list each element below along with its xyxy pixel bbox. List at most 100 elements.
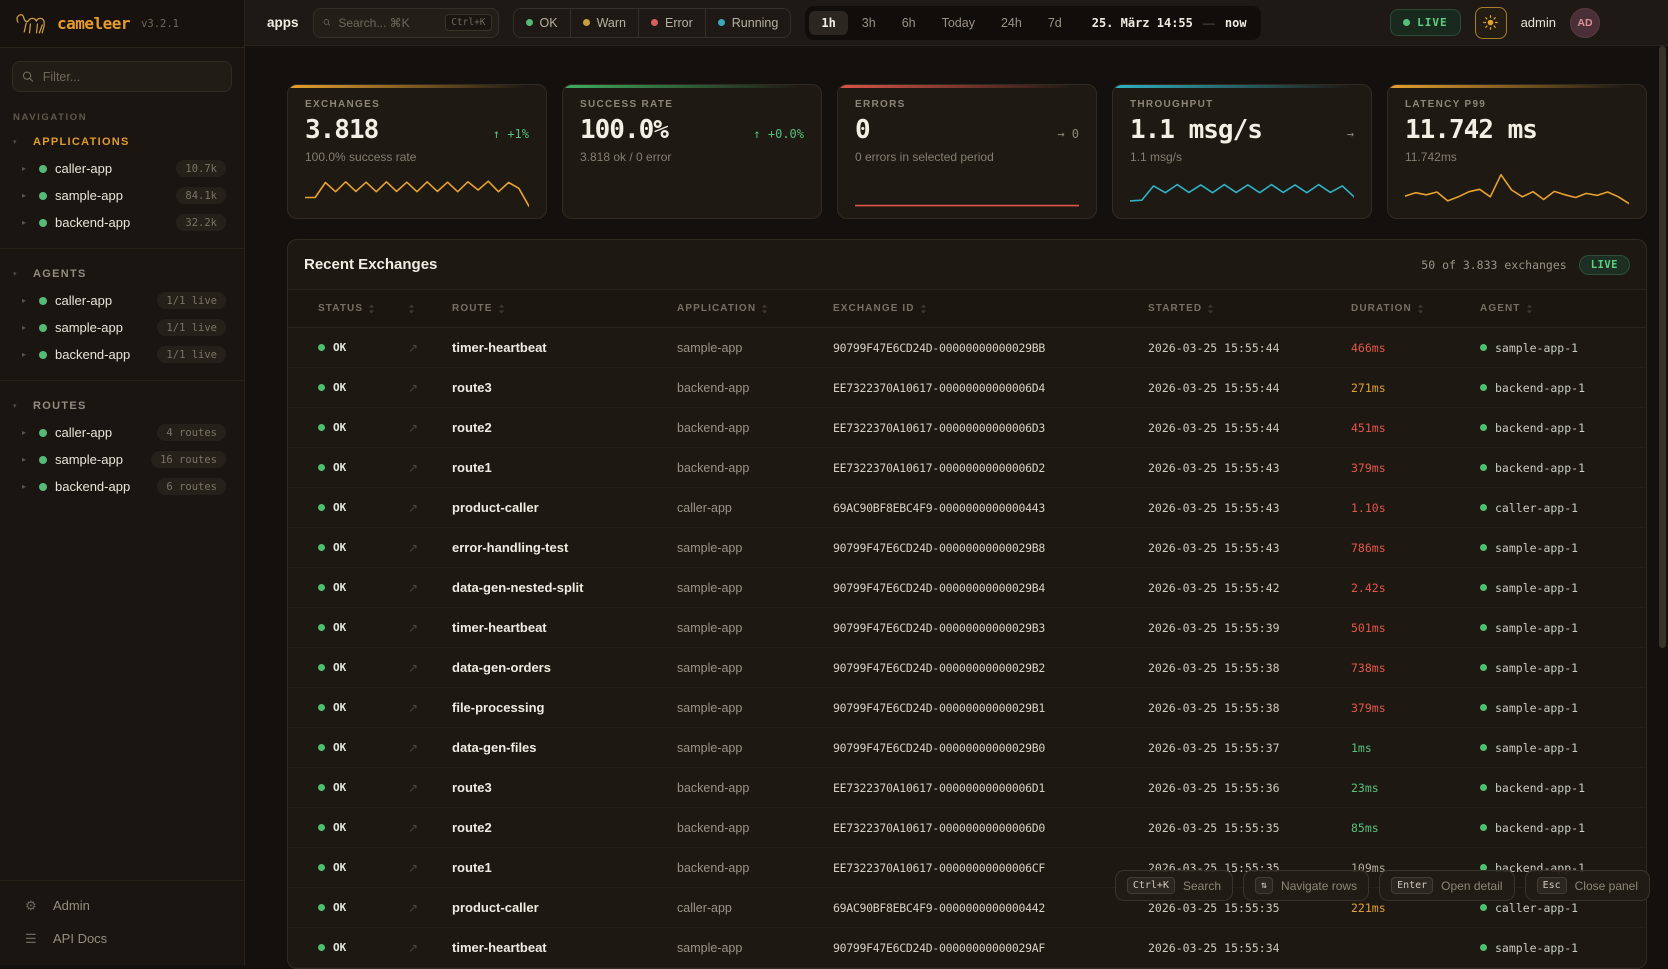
- column-header-exchange-id[interactable]: EXCHANGE ID: [833, 303, 1148, 314]
- route-cell: timer-heartbeat: [452, 940, 677, 955]
- table-row[interactable]: OK↗route2backend-appEE7322370A10617-0000…: [288, 408, 1646, 448]
- sidebar-item-caller-app[interactable]: ▸caller-app10.7k: [0, 155, 244, 182]
- kpi-card-exchanges[interactable]: EXCHANGES3.818↑ +1%100.0% success rate: [287, 84, 547, 219]
- table-row[interactable]: OK↗error-handling-testsample-app90799F47…: [288, 528, 1646, 568]
- open-detail-arrow-icon[interactable]: ↗: [408, 501, 452, 515]
- open-detail-arrow-icon[interactable]: ↗: [408, 701, 452, 715]
- kpi-card-errors[interactable]: ERRORS0→ 00 errors in selected period: [837, 84, 1097, 219]
- route-cell: file-processing: [452, 700, 677, 715]
- table-row[interactable]: OK↗route3backend-appEE7322370A10617-0000…: [288, 368, 1646, 408]
- kpi-card-throughput[interactable]: THROUGHPUT1.1 msg/s→1.1 msg/s: [1112, 84, 1372, 219]
- date-range-start[interactable]: 25. März 14:55: [1092, 16, 1193, 30]
- table-row[interactable]: OK↗route2backend-appEE7322370A10617-0000…: [288, 808, 1646, 848]
- time-range-7d[interactable]: 7d: [1036, 11, 1074, 35]
- sidebar-item-backend-app[interactable]: ▸backend-app32.2k: [0, 209, 244, 236]
- status-filter-running[interactable]: Running: [705, 9, 791, 37]
- open-detail-arrow-icon[interactable]: ↗: [408, 901, 452, 915]
- table-row[interactable]: OK↗route1backend-appEE7322370A10617-0000…: [288, 448, 1646, 488]
- sidebar-item-sample-app[interactable]: ▸sample-app1/1 live: [0, 314, 244, 341]
- table-row[interactable]: OK↗timer-heartbeatsample-app90799F47E6CD…: [288, 608, 1646, 648]
- open-detail-arrow-icon[interactable]: ↗: [408, 621, 452, 635]
- nav-section-header-applications[interactable]: ▾APPLICATIONS: [0, 127, 244, 155]
- status-dot-icon: [39, 456, 47, 464]
- open-detail-arrow-icon[interactable]: ↗: [408, 541, 452, 555]
- kpi-subtitle: 3.818 ok / 0 error: [580, 150, 804, 164]
- sidebar-filter-input[interactable]: [41, 69, 222, 85]
- agent-cell: caller-app-1: [1480, 501, 1634, 515]
- exchange-id-cell: 90799F47E6CD24D-00000000000029B2: [833, 661, 1148, 675]
- nav-sections: ▾APPLICATIONS▸caller-app10.7k▸sample-app…: [0, 127, 244, 880]
- open-detail-arrow-icon[interactable]: ↗: [408, 821, 452, 835]
- kpi-card-latency-p99[interactable]: LATENCY P9911.742 ms11.742ms: [1387, 84, 1647, 219]
- table-row[interactable]: OK↗file-processingsample-app90799F47E6CD…: [288, 688, 1646, 728]
- table-row[interactable]: OK↗product-callercaller-app69AC90BF8EBC4…: [288, 488, 1646, 528]
- table-row[interactable]: OK↗timer-heartbeatsample-app90799F47E6CD…: [288, 328, 1646, 368]
- status-cell: OK: [318, 381, 408, 394]
- status-cell: OK: [318, 421, 408, 434]
- open-detail-arrow-icon[interactable]: ↗: [408, 341, 452, 355]
- column-header-application[interactable]: APPLICATION: [677, 303, 833, 314]
- exchange-id-cell: 90799F47E6CD24D-00000000000029BB: [833, 341, 1148, 355]
- table-row[interactable]: OK↗route3backend-appEE7322370A10617-0000…: [288, 768, 1646, 808]
- time-range-today[interactable]: Today: [930, 11, 987, 35]
- status-text: OK: [333, 701, 346, 714]
- nav-section-header-routes[interactable]: ▾ROUTES: [0, 391, 244, 419]
- table-row[interactable]: OK↗timer-heartbeatsample-app90799F47E6CD…: [288, 928, 1646, 968]
- time-range-6h[interactable]: 6h: [890, 11, 928, 35]
- username: admin: [1521, 15, 1556, 30]
- column-header-agent[interactable]: AGENT: [1480, 303, 1634, 314]
- time-range-1h[interactable]: 1h: [809, 11, 847, 35]
- nav-section-header-agents[interactable]: ▾AGENTS: [0, 259, 244, 287]
- open-detail-arrow-icon[interactable]: ↗: [408, 421, 452, 435]
- table-row[interactable]: OK↗data-gen-nested-splitsample-app90799F…: [288, 568, 1646, 608]
- column-header-started[interactable]: STARTED: [1148, 303, 1351, 314]
- agent-cell: sample-app-1: [1480, 661, 1634, 675]
- agent-dot-icon: [1480, 784, 1487, 791]
- status-filter-ok[interactable]: OK: [514, 9, 570, 37]
- column-header-link[interactable]: [408, 304, 452, 314]
- date-range: 25. März 14:55 — now: [1092, 16, 1247, 30]
- open-detail-arrow-icon[interactable]: ↗: [408, 381, 452, 395]
- sidebar-item-backend-app[interactable]: ▸backend-app1/1 live: [0, 341, 244, 368]
- status-filter-warn[interactable]: Warn: [570, 9, 638, 37]
- sidebar-item-sample-app[interactable]: ▸sample-app16 routes: [0, 446, 244, 473]
- sidebar-item-sample-app[interactable]: ▸sample-app84.1k: [0, 182, 244, 209]
- vertical-scrollbar[interactable]: [1659, 46, 1666, 648]
- sidebar-footer-api-docs[interactable]: ☰API Docs: [0, 922, 244, 955]
- sidebar-item-caller-app[interactable]: ▸caller-app1/1 live: [0, 287, 244, 314]
- open-detail-arrow-icon[interactable]: ↗: [408, 781, 452, 795]
- time-range-3h[interactable]: 3h: [850, 11, 888, 35]
- live-toggle[interactable]: LIVE: [1390, 9, 1461, 36]
- global-search-input[interactable]: [336, 15, 439, 31]
- open-detail-arrow-icon[interactable]: ↗: [408, 941, 452, 955]
- status-filter-label: Error: [665, 16, 693, 30]
- status-cell: OK: [318, 941, 408, 954]
- global-search[interactable]: Ctrl+K: [313, 8, 499, 38]
- column-header-route[interactable]: ROUTE: [452, 303, 677, 314]
- table-row[interactable]: OK↗data-gen-orderssample-app90799F47E6CD…: [288, 648, 1646, 688]
- table-row[interactable]: OK↗data-gen-filessample-app90799F47E6CD2…: [288, 728, 1646, 768]
- open-detail-arrow-icon[interactable]: ↗: [408, 661, 452, 675]
- sidebar-item-backend-app[interactable]: ▸backend-app6 routes: [0, 473, 244, 500]
- open-detail-arrow-icon[interactable]: ↗: [408, 461, 452, 475]
- sidebar-item-caller-app[interactable]: ▸caller-app4 routes: [0, 419, 244, 446]
- time-range-24h[interactable]: 24h: [989, 11, 1034, 35]
- column-header-status[interactable]: STATUS: [318, 303, 408, 314]
- ok-dot-icon: [318, 744, 325, 751]
- theme-toggle-button[interactable]: [1475, 7, 1507, 39]
- kpi-card-success-rate[interactable]: SUCCESS RATE100.0%↑ +0.0%3.818 ok / 0 er…: [562, 84, 822, 219]
- hint-kbd: ⇅: [1255, 877, 1273, 894]
- avatar[interactable]: AD: [1570, 8, 1600, 38]
- sidebar-item-badge: 1/1 live: [157, 346, 226, 363]
- open-detail-arrow-icon[interactable]: ↗: [408, 741, 452, 755]
- open-detail-arrow-icon[interactable]: ↗: [408, 861, 452, 875]
- open-detail-arrow-icon[interactable]: ↗: [408, 581, 452, 595]
- duration-cell: 501ms: [1351, 621, 1480, 635]
- date-range-end[interactable]: now: [1225, 16, 1247, 30]
- status-filter-error[interactable]: Error: [638, 9, 705, 37]
- exchange-id-cell: 90799F47E6CD24D-00000000000029B3: [833, 621, 1148, 635]
- column-header-duration[interactable]: DURATION: [1351, 303, 1480, 314]
- sidebar-footer-admin[interactable]: ⚙Admin: [0, 889, 244, 922]
- sidebar-filter[interactable]: [12, 61, 232, 92]
- status-text: OK: [333, 861, 346, 874]
